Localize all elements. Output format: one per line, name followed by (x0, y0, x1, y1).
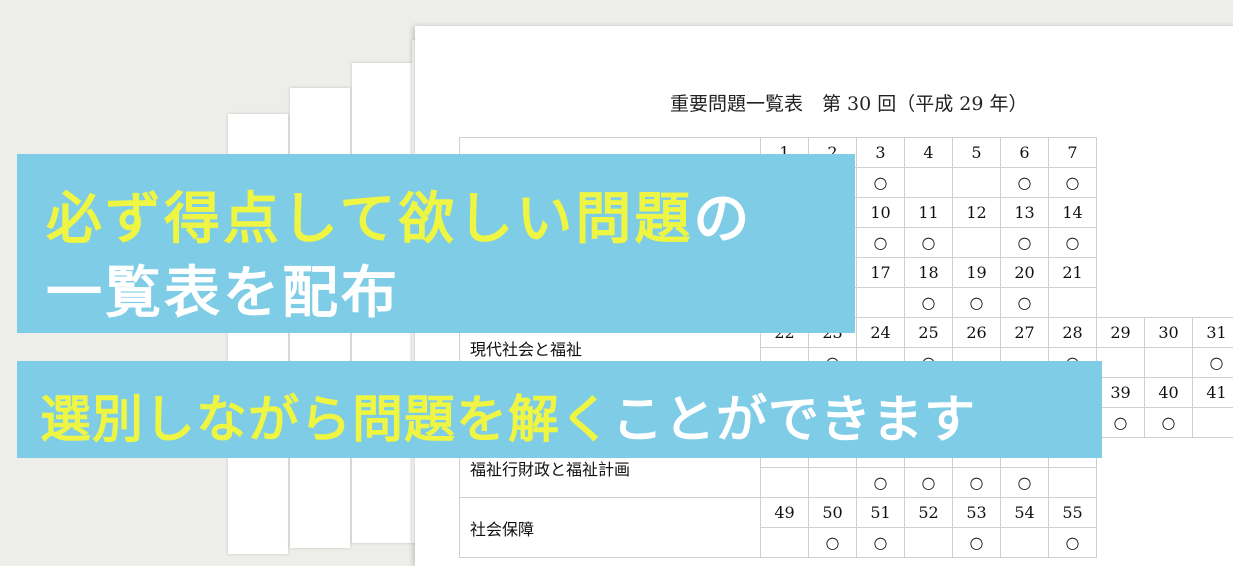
mark-cell: ○ (1145, 408, 1193, 438)
headline-particle: の (693, 187, 752, 252)
mark-cell (953, 228, 1001, 258)
question-number-cell: 14 (1049, 198, 1097, 228)
question-number-cell: 3 (857, 138, 905, 168)
mark-cell: ○ (905, 468, 953, 498)
question-number-cell: 13 (1001, 198, 1049, 228)
question-number-cell: 51 (857, 498, 905, 528)
table-row: 社会保障49505152535455 (460, 498, 1233, 528)
question-number-cell: 39 (1097, 378, 1145, 408)
mark-cell: ○ (1001, 228, 1049, 258)
mark-cell: ○ (857, 228, 905, 258)
question-number-cell: 10 (857, 198, 905, 228)
headline-line-1: 必ず得点して欲しい問題の (46, 174, 752, 255)
mark-cell (953, 168, 1001, 198)
mark-cell: ○ (905, 228, 953, 258)
question-number-cell: 29 (1097, 318, 1145, 348)
subheadline-rest: ことができます (612, 391, 976, 450)
question-number-cell: 28 (1049, 318, 1097, 348)
mark-cell (1049, 288, 1097, 318)
mark-cell: ○ (1001, 288, 1049, 318)
question-number-cell: 31 (1193, 318, 1233, 348)
question-number-cell: 20 (1001, 258, 1049, 288)
mark-cell (1097, 348, 1145, 378)
question-number-cell: 4 (905, 138, 953, 168)
question-number-cell: 41 (1193, 378, 1233, 408)
question-number-cell: 49 (761, 498, 809, 528)
mark-cell: ○ (1193, 348, 1233, 378)
question-number-cell: 54 (1001, 498, 1049, 528)
subheadline-highlight: 選別しながら問題を解く (40, 391, 612, 450)
subheadline: 選別しながら問題を解くことができます (40, 378, 976, 452)
subject-cell: 社会保障 (460, 498, 761, 558)
question-number-cell: 6 (1001, 138, 1049, 168)
mark-cell (857, 288, 905, 318)
mark-cell: ○ (1097, 408, 1145, 438)
question-number-cell: 50 (809, 498, 857, 528)
question-number-cell: 11 (905, 198, 953, 228)
subheadline-banner: 選別しながら問題を解くことができます (17, 361, 1102, 458)
question-number-cell: 17 (857, 258, 905, 288)
question-number-cell: 52 (905, 498, 953, 528)
question-number-cell: 19 (953, 258, 1001, 288)
question-number-cell: 21 (1049, 258, 1097, 288)
mark-cell: ○ (1001, 468, 1049, 498)
question-number-cell: 18 (905, 258, 953, 288)
headline-banner: 必ず得点して欲しい問題の 一覧表を配布 (17, 154, 855, 333)
question-number-cell: 12 (953, 198, 1001, 228)
question-number-cell: 25 (905, 318, 953, 348)
question-number-cell: 30 (1145, 318, 1193, 348)
mark-cell: ○ (1001, 168, 1049, 198)
headline-line-2: 一覧表を配布 (46, 248, 400, 329)
question-number-cell: 26 (953, 318, 1001, 348)
question-number-cell: 24 (857, 318, 905, 348)
question-number-cell: 5 (953, 138, 1001, 168)
question-number-cell: 7 (1049, 138, 1097, 168)
mark-cell (905, 168, 953, 198)
mark-cell: ○ (905, 288, 953, 318)
mark-cell (1049, 468, 1097, 498)
document-title: 重要問題一覧表 第 30 回（平成 29 年） (670, 89, 1028, 116)
question-number-cell: 27 (1001, 318, 1049, 348)
question-number-cell: 53 (953, 498, 1001, 528)
mark-cell (1145, 348, 1193, 378)
question-number-cell: 55 (1049, 498, 1097, 528)
mark-cell: ○ (953, 288, 1001, 318)
mark-cell: ○ (953, 468, 1001, 498)
mark-cell: ○ (857, 168, 905, 198)
mark-cell: ○ (857, 468, 905, 498)
mark-cell: ○ (1049, 228, 1097, 258)
mark-cell (809, 468, 857, 498)
mark-cell: ○ (1049, 168, 1097, 198)
question-number-cell: 40 (1145, 378, 1193, 408)
mark-cell (1193, 408, 1233, 438)
mark-cell (761, 468, 809, 498)
headline-highlight: 必ず得点して欲しい問題 (46, 187, 693, 252)
